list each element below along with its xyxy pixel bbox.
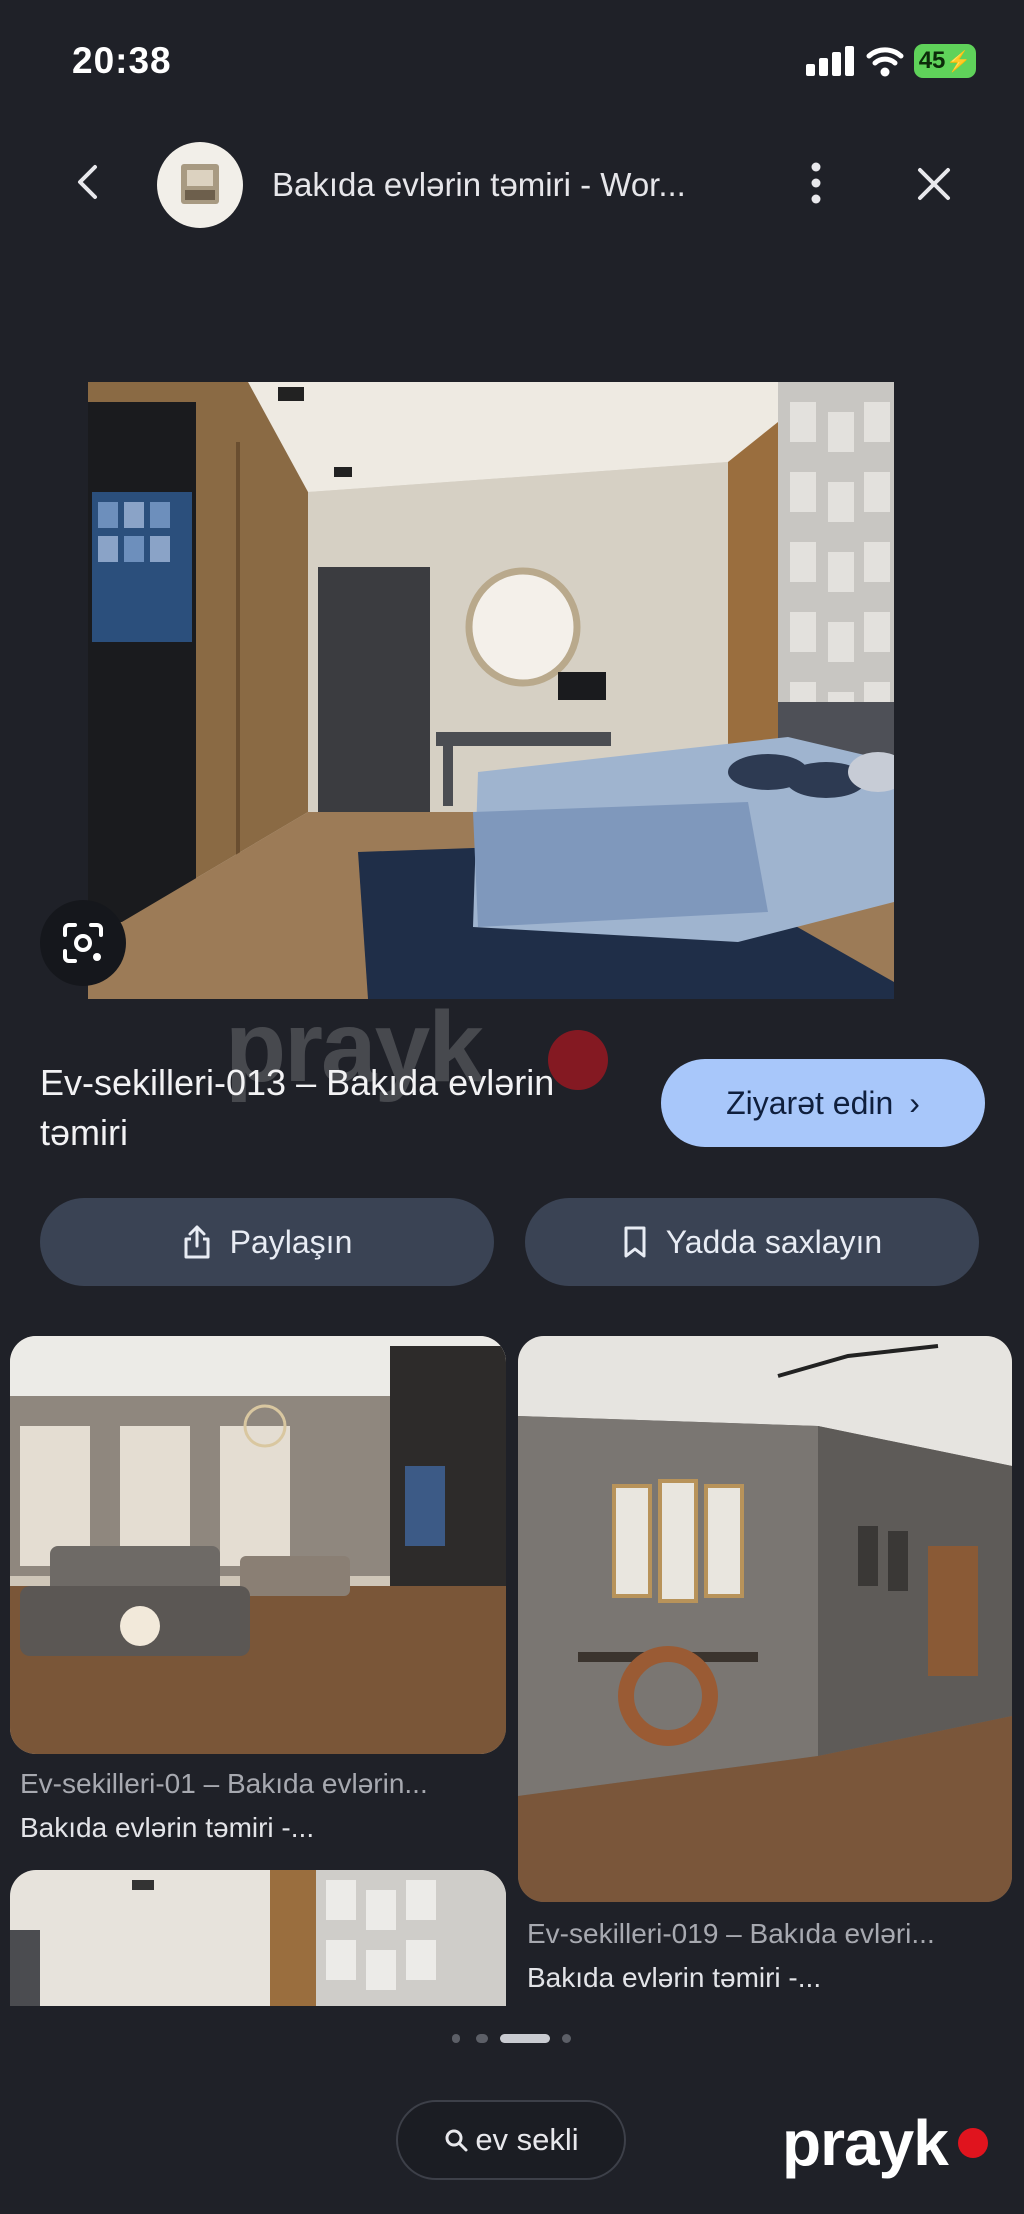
- visit-button-label: Ziyarət edin: [726, 1084, 894, 1121]
- chevron-right-icon: ›: [909, 1084, 920, 1121]
- search-chip[interactable]: ev sekli: [396, 2100, 626, 2180]
- related-image-3[interactable]: [10, 1870, 506, 2006]
- more-options-button[interactable]: [796, 158, 836, 208]
- close-button[interactable]: [910, 160, 958, 208]
- related-image-2[interactable]: [518, 1336, 1012, 1902]
- related-1-title[interactable]: Ev-sekilleri-01 – Bakıda evlərin...: [20, 1768, 500, 1800]
- pagination-dots: [452, 2030, 582, 2046]
- result-title: Ev-sekilleri-013 – Bakıda evlərin təmiri: [40, 1062, 555, 1153]
- main-image[interactable]: [88, 382, 894, 999]
- visit-button[interactable]: Ziyarət edin ›: [661, 1059, 985, 1147]
- signal-icon: [806, 46, 854, 76]
- back-arrow-icon: [78, 165, 97, 199]
- page-title[interactable]: Bakıda evlərin təmiri - Wor...: [272, 166, 742, 204]
- lens-icon: [63, 923, 103, 963]
- save-button-label: Yadda saxlayın: [665, 1223, 883, 1260]
- close-icon: [918, 168, 950, 200]
- brand-logo-dot: [958, 2128, 988, 2158]
- battery-indicator: 45 ⚡: [914, 44, 976, 78]
- search-icon: [445, 2129, 468, 2152]
- related-2-source[interactable]: Bakıda evlərin təmiri -...: [527, 1962, 1007, 1994]
- share-icon: [184, 1225, 210, 1259]
- more-vert-icon: [811, 162, 821, 204]
- save-button[interactable]: Yadda saxlayın: [525, 1198, 979, 1286]
- viewer-header: Bakıda evlərin təmiri - Wor...: [0, 130, 1024, 240]
- wifi-icon: [866, 47, 904, 77]
- status-time: 20:38: [72, 40, 172, 81]
- status-bar: 20:38 45 ⚡: [0, 0, 1024, 120]
- search-chip-label: ev sekli: [475, 2122, 579, 2157]
- share-button-label: Paylaşın: [229, 1223, 353, 1260]
- charging-bolt-icon: ⚡: [946, 50, 972, 73]
- site-favicon: [157, 142, 243, 228]
- related-1-source[interactable]: Bakıda evlərin təmiri -...: [20, 1812, 500, 1844]
- related-image-1[interactable]: [10, 1336, 506, 1754]
- share-button[interactable]: Paylaşın: [40, 1198, 494, 1286]
- related-2-title[interactable]: Ev-sekilleri-019 – Bakıda evləri...: [527, 1918, 1007, 1950]
- battery-level: 45: [918, 47, 946, 74]
- back-button[interactable]: [66, 160, 110, 204]
- bookmark-icon: [624, 1226, 646, 1258]
- brand-logo: prayk: [782, 2107, 949, 2179]
- google-lens-button[interactable]: [40, 900, 126, 986]
